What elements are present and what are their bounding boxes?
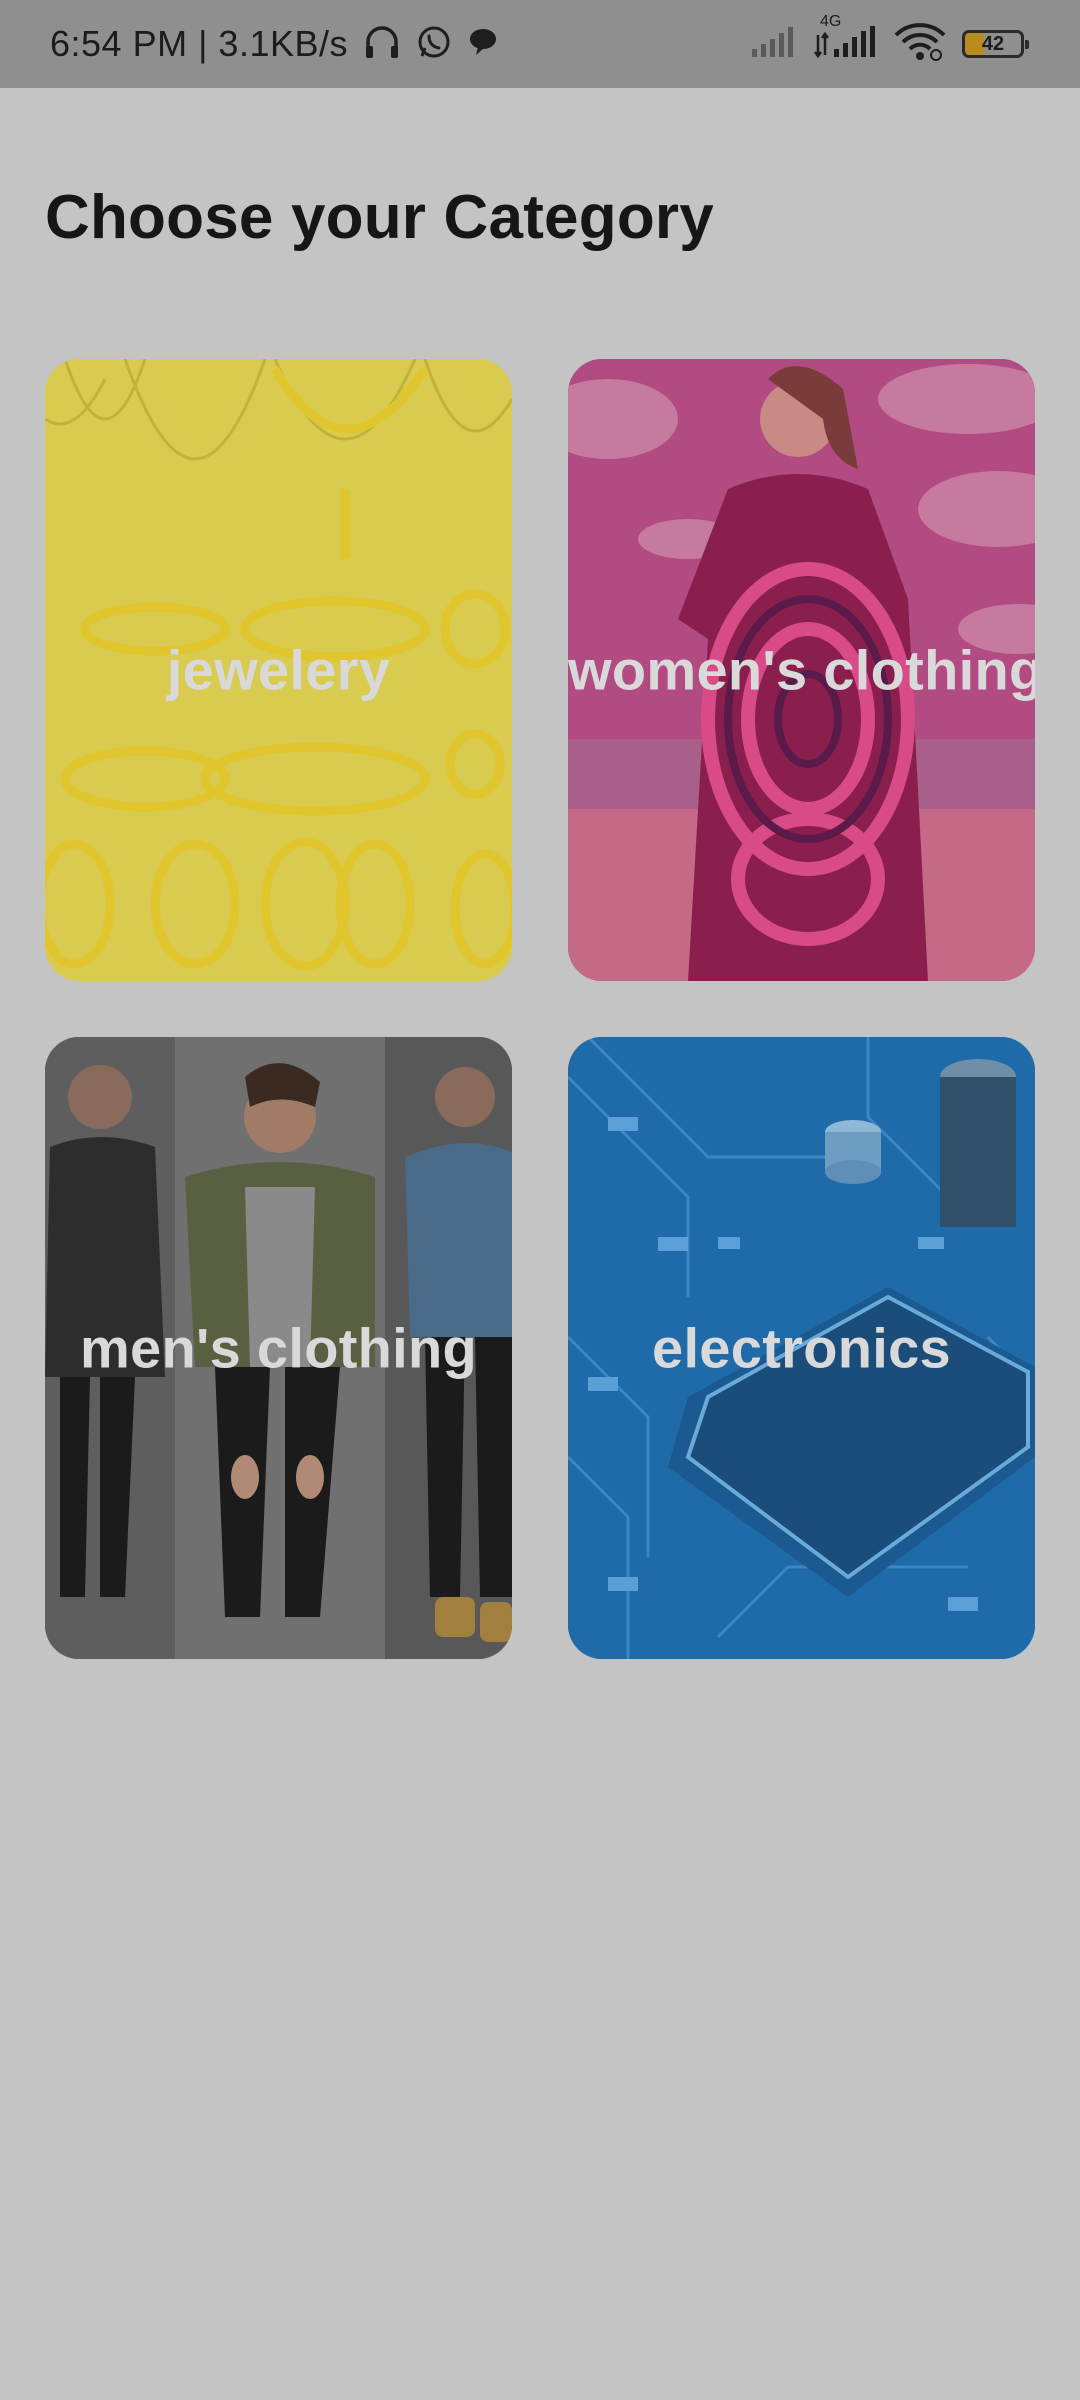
category-label-jewelery: jewelery [166,638,391,702]
category-card-mens-clothing[interactable]: men's clothing [45,1037,512,1659]
battery-level: 42 [981,32,1005,55]
battery-icon: 42 [962,30,1029,58]
status-time: 6:54 PM | 3.1KB/s [50,23,348,64]
signal-4g-icon: 4G [814,13,878,64]
status-bar: 6:54 PM | 3.1KB/s 4G 42 [0,0,1080,88]
whatsapp-icon [416,24,452,65]
category-label-mens-clothing: men's clothing [79,1316,478,1380]
category-card-jewelery[interactable]: jewelery [45,359,512,981]
headphones-icon [362,22,402,67]
status-bar-left: 6:54 PM | 3.1KB/s [50,0,500,88]
page-title: Choose your Category [45,183,714,252]
category-card-womens-clothing[interactable]: women's clothing [568,359,1035,981]
chat-bubble-icon [466,25,500,64]
category-card-electronics[interactable]: electronics [568,1037,1035,1659]
category-label-womens-clothing: women's clothing [568,638,1035,702]
category-label-electronics: electronics [652,1316,951,1380]
network-type-label: 4G [820,12,842,30]
wifi-icon [894,22,946,66]
screen: 6:54 PM | 3.1KB/s 4G 42 Choose your Cate… [0,0,1080,2400]
signal-icon [750,25,798,64]
status-bar-right: 4G 42 [750,0,1029,88]
